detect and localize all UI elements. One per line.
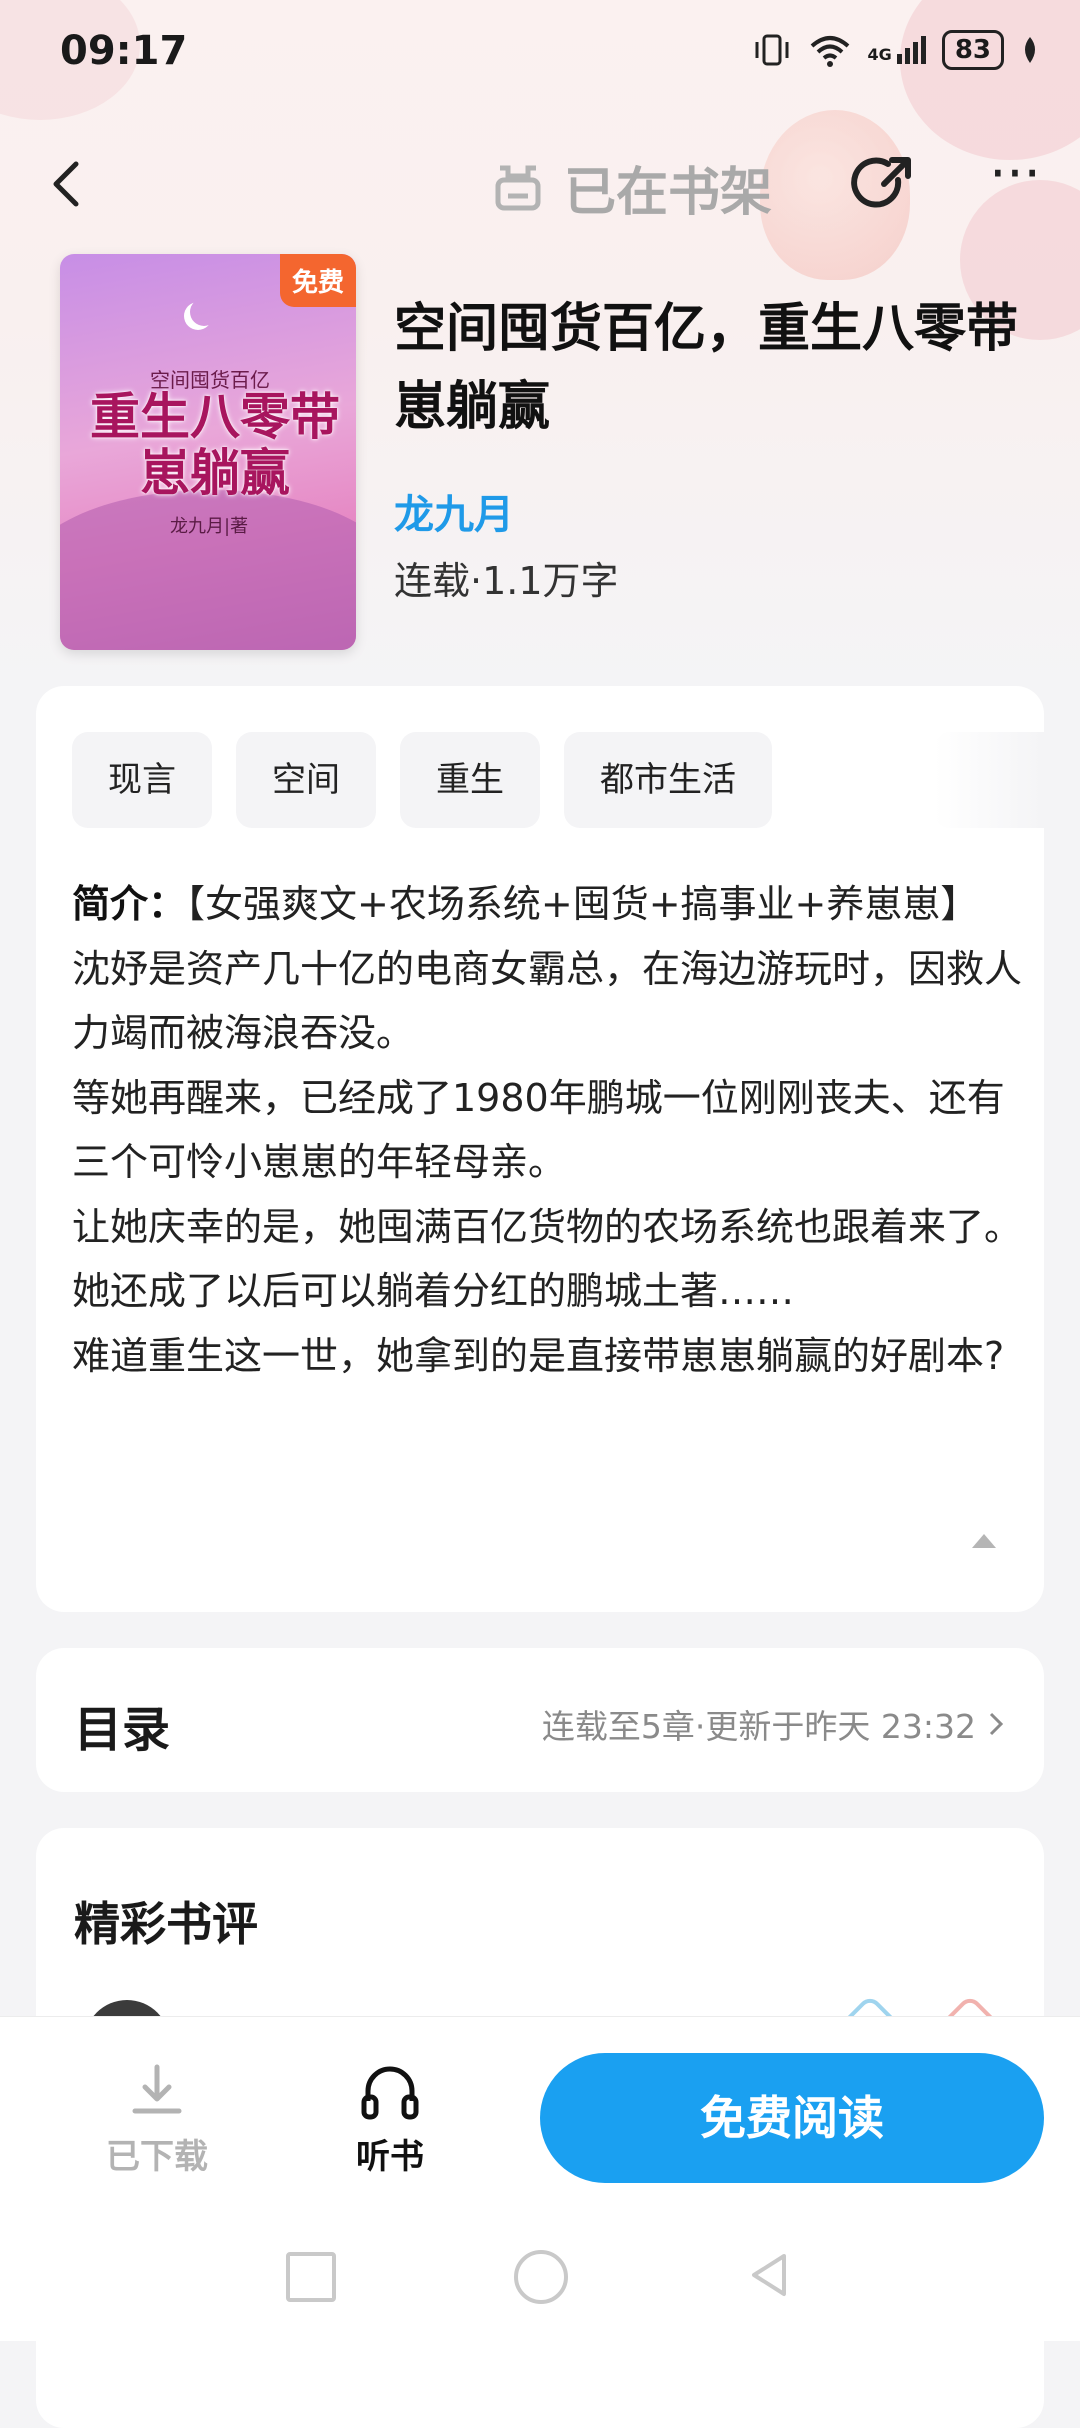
leaf-icon (1025, 37, 1035, 63)
cover-author: 龙九月|著 (170, 516, 249, 537)
status-time: 09:17 (60, 28, 188, 74)
signal-icon: 4G (868, 36, 926, 64)
intro-paragraph: 等她再醒来，已经成了1980年鹏城一位刚刚丧夫、还有三个可怜小崽崽的年轻母亲。 (72, 1075, 1005, 1185)
intro-paragraph: 让她庆幸的是，她囤满百亿货物的农场系统也跟着来了。 (72, 1204, 1023, 1249)
tag-overflow-fade (934, 732, 1044, 828)
intro-paragraph: 难道重生这一世，她拿到的是直接带崽崽躺赢的好剧本? (72, 1333, 1005, 1378)
system-nav-bar (0, 2230, 1080, 2330)
intro-first-line: 【女强爽文+农场系统+囤货+搞事业+养崽崽】 (186, 882, 979, 926)
reviews-title: 精彩书评 (74, 1897, 258, 1951)
back-icon[interactable] (40, 154, 100, 214)
network-type: 4G (867, 45, 892, 64)
recent-apps-icon[interactable] (286, 2252, 336, 2302)
bookshelf-icon (495, 165, 541, 210)
status-bar: 09:17 4G 83 (0, 0, 1080, 100)
collapse-arrow-icon[interactable] (972, 1534, 996, 1548)
battery-indicator: 83 (941, 30, 1004, 70)
wifi-icon (810, 36, 849, 67)
cover-title: 重生八零带崽躺赢 (90, 387, 340, 502)
headphones-icon (361, 2066, 419, 2120)
bookshelf-status[interactable]: 已在书架 (490, 150, 772, 225)
intro-label: 简介： (72, 882, 187, 926)
intro-paragraph: 她还成了以后可以躺着分红的鹏城土著…… (72, 1269, 795, 1313)
system-back-icon[interactable] (744, 2250, 794, 2300)
listen-label: 听书 (356, 2137, 424, 2177)
book-intro[interactable]: 简介：【女强爽文+农场系统+囤货+搞事业+养崽崽】 沈妤是资产几十亿的电商女霸总… (72, 872, 1032, 1388)
book-cover[interactable]: 空间囤货百亿 重生八零带崽躺赢 龙九月|著 免费 (60, 254, 356, 650)
top-nav: 已在书架 ··· (0, 140, 1080, 230)
tag-chip[interactable]: 空间 (236, 732, 376, 828)
tag-chip[interactable]: 都市生活 (564, 732, 772, 828)
toc-info: 连载至5章·更新于昨天 23:32 (542, 1700, 1006, 1748)
toc-update-text: 连载至5章·更新于昨天 23:32 (541, 1707, 976, 1746)
toc-card[interactable]: 目录 连载至5章·更新于昨天 23:32 (36, 1648, 1044, 1792)
intro-paragraph: 沈妤是资产几十亿的电商女霸总，在海边游玩时，因救人力竭而被海浪吞没。 (72, 946, 1023, 1056)
share-icon[interactable] (848, 150, 918, 220)
vibrate-icon (755, 34, 789, 66)
author-link[interactable]: 龙九月 (394, 482, 514, 540)
download-label: 已下载 (106, 2137, 208, 2177)
download-icon (132, 2064, 182, 2114)
cover-moon-art (190, 298, 218, 326)
more-options-icon[interactable]: ··· (980, 147, 1050, 214)
free-read-button[interactable]: 免费阅读 (540, 2053, 1044, 2183)
book-title: 空间囤货百亿，重生八零带崽躺赢 (394, 299, 1019, 437)
tag-chip[interactable]: 现言 (72, 732, 212, 828)
home-icon[interactable] (514, 2250, 568, 2304)
free-badge: 免费 (279, 254, 356, 307)
tag-chip[interactable]: 重生 (400, 732, 540, 828)
tag-list: 现言 空间 重生 都市生活 (72, 732, 772, 828)
chevron-right-icon (989, 1712, 1004, 1736)
listen-button[interactable]: 听书 (325, 2061, 455, 2178)
intro-card: 现言 空间 重生 都市生活 简介：【女强爽文+农场系统+囤货+搞事业+养崽崽】 … (36, 686, 1044, 1612)
download-button[interactable]: 已下载 (92, 2061, 222, 2178)
bookshelf-label: 已在书架 (564, 163, 773, 223)
toc-title: 目录 (74, 1702, 171, 1758)
status-icons: 4G 83 (752, 30, 1040, 70)
book-meta: 连载·1.1万字 (394, 559, 619, 603)
